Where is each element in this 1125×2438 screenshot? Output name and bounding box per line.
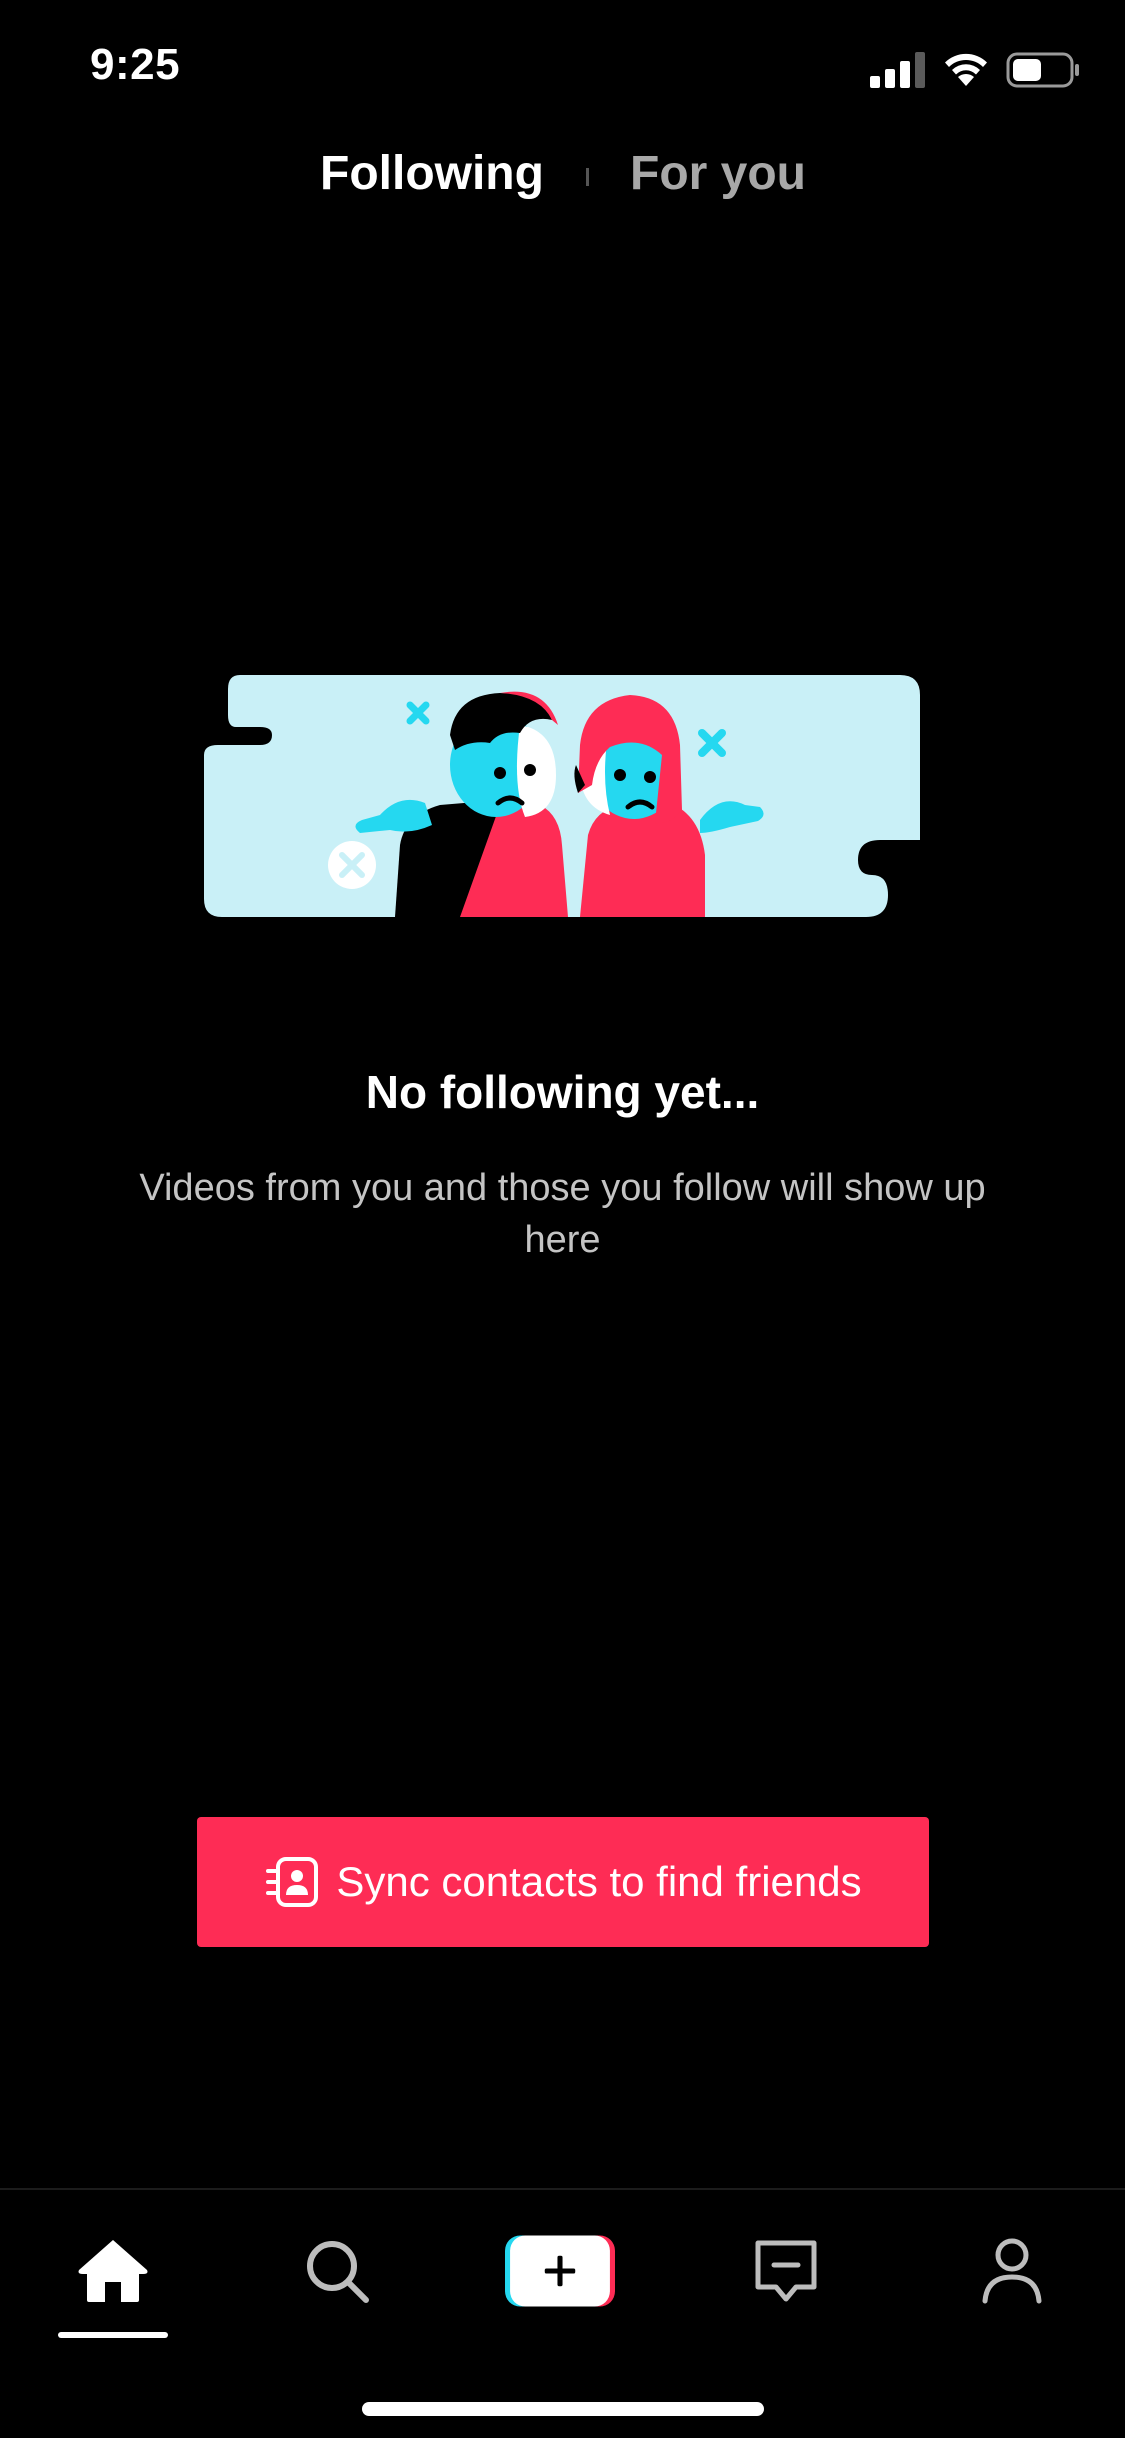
contacts-sync-icon	[266, 1857, 319, 1907]
home-icon	[78, 2240, 148, 2302]
home-active-indicator	[58, 2332, 168, 2338]
tab-divider	[586, 168, 589, 186]
empty-state-illustration	[204, 675, 920, 917]
tab-following[interactable]: Following	[320, 146, 544, 201]
wifi-icon	[945, 53, 987, 86]
plus-icon	[505, 2235, 615, 2307]
battery-icon	[1006, 52, 1079, 88]
empty-state-subtitle: Videos from you and those you follow wil…	[139, 1167, 986, 1261]
profile-icon	[982, 2238, 1042, 2304]
feed-tabs: Following For you	[0, 140, 1125, 210]
tab-for-you[interactable]: For you	[630, 146, 806, 201]
home-indicator	[362, 2402, 764, 2416]
bottom-nav	[0, 2188, 1125, 2438]
sync-contacts-label: Sync contacts to find friends	[336, 1858, 862, 1905]
empty-state-title: No following yet...	[365, 1066, 760, 1118]
search-icon	[307, 2241, 369, 2303]
inbox-icon	[755, 2240, 817, 2302]
x-circle-mark	[328, 841, 376, 889]
status-icons	[870, 46, 1080, 96]
nav-profile[interactable]	[957, 2226, 1067, 2316]
sync-contacts-button[interactable]: Sync contacts to find friends	[197, 1817, 929, 1947]
nav-inbox[interactable]	[731, 2226, 841, 2316]
nav-create[interactable]	[505, 2226, 615, 2316]
status-time: 9:25	[90, 40, 181, 89]
nav-home[interactable]	[58, 2226, 168, 2316]
signal-icon	[870, 52, 925, 88]
nav-discover[interactable]	[282, 2226, 392, 2316]
status-bar: 9:25	[0, 0, 1125, 140]
